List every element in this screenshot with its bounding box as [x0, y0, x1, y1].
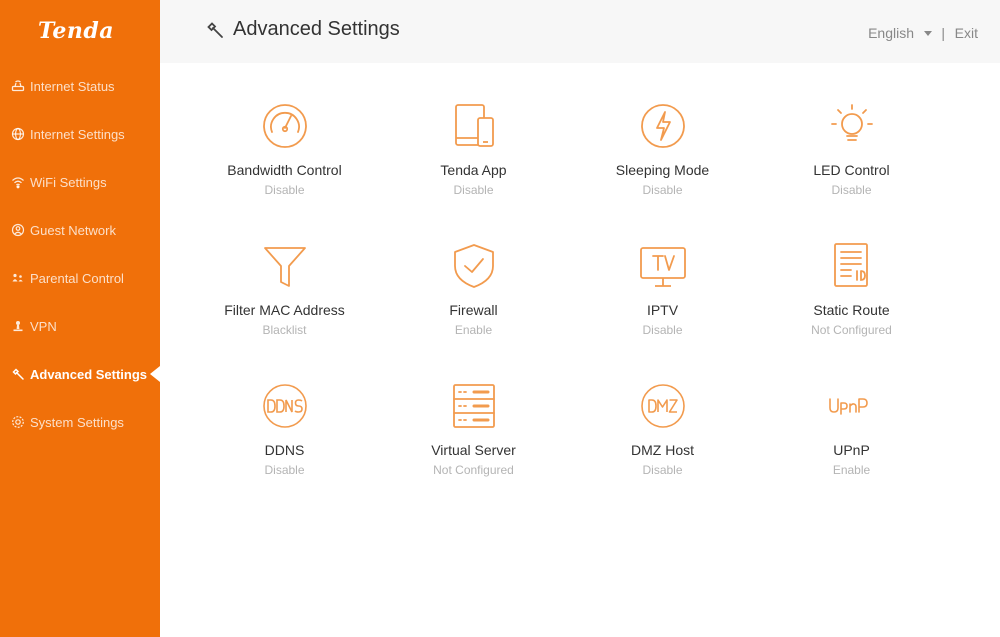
sidebar-item-wifi-settings[interactable]: WiFi Settings	[0, 158, 160, 206]
tile-sleeping-mode[interactable]: Sleeping Mode Disable	[568, 100, 757, 240]
tile-name: DDNS	[264, 442, 305, 458]
wrench-icon	[205, 20, 225, 40]
server-icon	[448, 380, 500, 432]
sidebar-item-internet-settings[interactable]: Internet Settings	[0, 110, 160, 158]
sidebar-item-label: VPN	[30, 318, 57, 334]
sidebar-item-system-settings[interactable]: System Settings	[0, 398, 160, 446]
sidebar-item-label: System Settings	[30, 414, 124, 430]
tile-name: Virtual Server	[431, 442, 516, 458]
tile-status: Disable	[831, 183, 872, 197]
tile-status: Enable	[454, 323, 493, 337]
sidebar-nav: Internet Status Internet Settings WiFi S…	[0, 62, 160, 446]
tile-name: Static Route	[813, 302, 890, 318]
route-icon	[826, 240, 878, 292]
sidebar-item-guest-network[interactable]: Guest Network	[0, 206, 160, 254]
language-select[interactable]: English	[868, 25, 932, 41]
sidebar-item-label: Internet Settings	[30, 126, 125, 142]
header-separator: |	[941, 25, 945, 41]
tile-led-control[interactable]: LED Control Disable	[757, 100, 946, 240]
sidebar: Tenda Internet Status Internet Settings …	[0, 0, 160, 637]
tile-status: Disable	[642, 463, 683, 477]
chevron-down-icon	[924, 30, 932, 36]
page-title-group: Advanced Settings	[205, 18, 400, 41]
tile-name: UPnP	[833, 442, 870, 458]
guest-icon	[11, 223, 25, 237]
tile-bandwidth-control[interactable]: Bandwidth Control Disable	[190, 100, 379, 240]
sleep-icon	[637, 100, 689, 152]
gear-icon	[11, 415, 25, 429]
tile-status: Disable	[453, 183, 494, 197]
tile-ddns[interactable]: DDNS Disable	[190, 380, 379, 520]
tile-name: LED Control	[813, 162, 890, 178]
tile-iptv[interactable]: IPTV Disable	[568, 240, 757, 380]
tile-virtual-server[interactable]: Virtual Server Not Configured	[379, 380, 568, 520]
tile-name: Filter MAC Address	[224, 302, 345, 318]
settings-grid: Bandwidth Control Disable Tenda App Disa…	[190, 100, 946, 520]
devices-icon	[448, 100, 500, 152]
sidebar-item-internet-status[interactable]: Internet Status	[0, 62, 160, 110]
sidebar-item-label: Parental Control	[30, 270, 124, 286]
gauge-icon	[259, 100, 311, 152]
vpn-icon	[11, 319, 25, 333]
tile-firewall[interactable]: Firewall Enable	[379, 240, 568, 380]
tenda-logo: Tenda	[38, 18, 114, 44]
tile-name: Firewall	[449, 302, 498, 318]
tile-name: Sleeping Mode	[615, 162, 710, 178]
tile-status: Disable	[642, 323, 683, 337]
sidebar-item-vpn[interactable]: VPN	[0, 302, 160, 350]
tile-status: Enable	[832, 463, 871, 477]
tile-upnp[interactable]: UPnP Enable	[757, 380, 946, 520]
wifi-icon	[11, 175, 25, 189]
dmz-icon	[637, 380, 689, 432]
exit-link[interactable]: Exit	[955, 25, 978, 41]
shield-icon	[448, 240, 500, 292]
tile-name: DMZ Host	[631, 442, 694, 458]
page-header: Advanced Settings English | Exit	[160, 0, 1000, 63]
tile-dmz-host[interactable]: DMZ Host Disable	[568, 380, 757, 520]
bulb-icon	[826, 100, 878, 152]
sidebar-item-parental-control[interactable]: Parental Control	[0, 254, 160, 302]
tile-status: Disable	[264, 183, 305, 197]
family-icon	[11, 271, 25, 285]
wrench-icon	[11, 367, 25, 381]
sidebar-item-label: Guest Network	[30, 222, 116, 238]
tv-icon	[637, 240, 689, 292]
tile-status: Not Configured	[811, 323, 892, 337]
router-icon	[11, 79, 25, 93]
upnp-icon	[826, 380, 878, 432]
sidebar-item-label: Internet Status	[30, 78, 115, 94]
tile-status: Blacklist	[262, 323, 307, 337]
sidebar-item-advanced-settings[interactable]: Advanced Settings	[0, 350, 160, 398]
tile-status: Not Configured	[433, 463, 514, 477]
tile-name: Bandwidth Control	[227, 162, 342, 178]
language-label: English	[868, 25, 914, 41]
tile-tenda-app[interactable]: Tenda App Disable	[379, 100, 568, 240]
globe-icon	[11, 127, 25, 141]
page-title: Advanced Settings	[233, 18, 400, 40]
tile-status: Disable	[264, 463, 305, 477]
filter-icon	[259, 240, 311, 292]
sidebar-item-label: WiFi Settings	[30, 174, 107, 190]
sidebar-item-label: Advanced Settings	[30, 366, 148, 382]
tile-status: Disable	[642, 183, 683, 197]
tile-name: Tenda App	[440, 162, 507, 178]
ddns-icon	[259, 380, 311, 432]
tile-static-route[interactable]: Static Route Not Configured	[757, 240, 946, 380]
tile-name: IPTV	[646, 302, 679, 318]
tile-filter-mac-address[interactable]: Filter MAC Address Blacklist	[190, 240, 379, 380]
